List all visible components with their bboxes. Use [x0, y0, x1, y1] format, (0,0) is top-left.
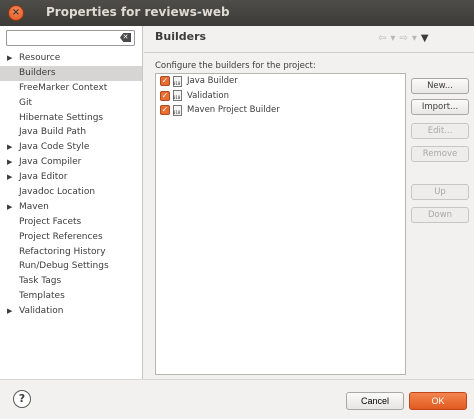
edit-button[interactable]: Edit...: [411, 123, 469, 139]
tree-item-label: Run/Debug Settings: [19, 261, 109, 272]
builder-binary-icon: [173, 90, 182, 102]
new-button[interactable]: New...: [411, 78, 469, 94]
tree-item-label: FreeMarker Context: [19, 82, 108, 93]
tree-item[interactable]: Run/Debug Settings: [0, 259, 142, 274]
left-panel: ✕ ▶ Resource Builders FreeMarker Context Git…: [0, 26, 143, 379]
dialog-footer: ? Cancel OK: [0, 379, 474, 419]
tree-item[interactable]: Javadoc Location: [0, 185, 142, 200]
expand-arrow-icon[interactable]: ▶: [7, 51, 12, 66]
filter-field[interactable]: ✕: [6, 30, 135, 46]
tree-item[interactable]: Git: [0, 96, 142, 111]
forward-arrow-icon[interactable]: ⇨: [399, 33, 407, 44]
view-menu-icon[interactable]: ▼: [421, 33, 429, 44]
ok-button[interactable]: OK: [409, 392, 467, 410]
tree-item-label: Builders: [19, 67, 56, 78]
builder-label: Java Builder: [187, 76, 238, 87]
builder-binary-icon: [173, 104, 182, 116]
builder-binary-icon: [173, 75, 182, 87]
clear-filter-icon[interactable]: ✕: [120, 33, 131, 42]
builder-checkbox[interactable]: ✓: [160, 105, 170, 116]
tree-item-label: Refactoring History: [19, 246, 106, 257]
nav-icons: ⇦ ▾ ⇨ ▾ ▼: [378, 33, 429, 44]
page-title: Builders: [155, 30, 207, 43]
tree-item-label: Java Build Path: [19, 127, 87, 138]
property-page-tree: ▶ Resource Builders FreeMarker Context Git Hi…: [0, 51, 142, 319]
tree-item[interactable]: ▶ Java Compiler: [0, 155, 142, 170]
tree-item[interactable]: Hibernate Settings: [0, 111, 142, 126]
builder-label: Maven Project Builder: [187, 105, 280, 116]
expand-arrow-icon[interactable]: ▶: [7, 140, 12, 155]
tree-item[interactable]: Java Build Path: [0, 125, 142, 140]
window-title: Properties for reviews-web: [46, 5, 230, 19]
builder-list-item[interactable]: ✓ Validation: [156, 89, 405, 104]
window-titlebar: × Properties for reviews-web: [0, 0, 474, 26]
tree-item[interactable]: ▶ Java Editor: [0, 170, 142, 185]
builder-list-item[interactable]: ✓ Maven Project Builder: [156, 103, 405, 118]
tree-item-label: Resource: [19, 53, 61, 63]
tree-item[interactable]: Project References: [0, 230, 142, 245]
forward-dropdown-icon[interactable]: ▾: [412, 33, 417, 44]
tree-item-label: Javadoc Location: [19, 187, 96, 198]
tree-item[interactable]: Templates: [0, 289, 142, 304]
tree-item-label: Java Code Style: [19, 142, 90, 153]
tree-item[interactable]: FreeMarker Context: [0, 81, 142, 96]
builder-checkbox[interactable]: ✓: [160, 90, 170, 101]
builder-checkbox[interactable]: ✓: [160, 76, 170, 87]
help-icon[interactable]: ?: [13, 390, 31, 408]
tree-item-label: Project Facets: [19, 216, 82, 227]
builder-list-item[interactable]: ✓ Java Builder: [156, 74, 405, 89]
expand-arrow-icon[interactable]: ▶: [7, 200, 12, 215]
tree-item[interactable]: ▶ Maven: [0, 200, 142, 215]
remove-button[interactable]: Remove: [411, 146, 469, 162]
builder-label: Validation: [187, 90, 229, 101]
tree-item-label: Task Tags: [19, 276, 62, 287]
back-dropdown-icon[interactable]: ▾: [390, 33, 395, 44]
tree-item[interactable]: ▶ Validation: [0, 304, 142, 319]
tree-item[interactable]: Builders: [0, 65, 142, 81]
tree-item-label: Hibernate Settings: [19, 112, 104, 123]
tree-item-label: Validation: [19, 306, 64, 317]
tree-item-label: Project References: [19, 231, 103, 242]
filter-input[interactable]: [11, 31, 119, 45]
back-arrow-icon[interactable]: ⇦: [378, 33, 386, 44]
builders-description: Configure the builders for the project:: [155, 61, 316, 71]
expand-arrow-icon[interactable]: ▶: [7, 155, 12, 170]
tree-item-label: Git: [19, 97, 33, 108]
tree-item[interactable]: Refactoring History: [0, 245, 142, 260]
tree-item[interactable]: Project Facets: [0, 215, 142, 230]
expand-arrow-icon[interactable]: ▶: [7, 170, 12, 185]
title-separator: [144, 52, 474, 53]
tree-item[interactable]: Task Tags: [0, 274, 142, 289]
expand-arrow-icon[interactable]: ▶: [7, 304, 12, 319]
right-panel: Builders ⇦ ▾ ⇨ ▾ ▼ Configure the builder…: [144, 26, 474, 379]
up-button[interactable]: Up: [411, 184, 469, 200]
tree-item[interactable]: ▶ Java Code Style: [0, 140, 142, 155]
tree-item-label: Templates: [19, 291, 65, 302]
window-close-button[interactable]: ×: [8, 5, 24, 21]
tree-item-label: Maven: [19, 201, 49, 212]
builders-list[interactable]: ✓ Java Builder ✓ Validation ✓ Maven Project B…: [155, 73, 406, 375]
import-button[interactable]: Import...: [411, 99, 469, 115]
tree-item[interactable]: ▶ Resource: [0, 51, 142, 66]
tree-item-label: Java Compiler: [19, 157, 82, 168]
down-button[interactable]: Down: [411, 207, 469, 223]
cancel-button[interactable]: Cancel: [346, 392, 404, 410]
tree-item-label: Java Editor: [19, 172, 68, 183]
